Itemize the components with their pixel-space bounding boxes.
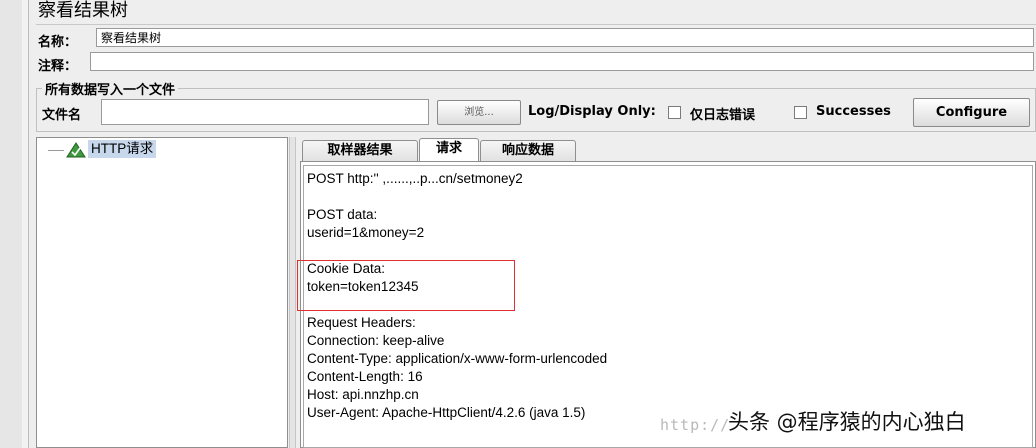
errors-only-label: 仅日志错误 (690, 108, 756, 123)
file-group-legend: 所有数据写入一个文件 (42, 79, 179, 98)
success-triangle-icon (66, 142, 86, 158)
filename-input[interactable] (101, 99, 429, 125)
left-gutter (0, 0, 23, 448)
request-line: userid=1&money=2 (307, 225, 425, 240)
split-pane-divider[interactable] (289, 137, 296, 448)
tree-connector (48, 150, 64, 151)
browse-button[interactable]: 浏览... (437, 100, 521, 125)
request-line: Content-Type: application/x-www-form-url… (307, 351, 608, 366)
request-line: Request Headers: (307, 315, 416, 330)
successes-label: Successes (816, 104, 891, 119)
errors-only-checkbox[interactable] (668, 106, 681, 119)
log-display-label: Log/Display Only: (528, 104, 656, 119)
request-line: Connection: keep-alive (307, 333, 445, 348)
watermark-author: 头条 @程序猿的内心独白 (728, 410, 966, 434)
request-line: POST data: (307, 207, 378, 222)
request-line: Host: api.nnzhp.cn (307, 387, 419, 402)
name-label: 名称： (38, 35, 78, 50)
results-tree-panel (36, 137, 288, 448)
tab-sampler-result[interactable]: 取样器结果 (302, 140, 418, 161)
configure-button[interactable]: Configure (913, 98, 1030, 127)
name-input[interactable]: 察看结果树 (96, 28, 1034, 47)
page-title: 察看结果树 (38, 0, 128, 21)
filename-label: 文件名 (42, 108, 82, 123)
request-line: Content-Length: 16 (307, 369, 423, 384)
title-divider (36, 24, 1036, 25)
left-gutter-divider (22, 0, 29, 448)
tab-request[interactable]: 请求 (419, 138, 479, 161)
comment-input[interactable] (90, 52, 1034, 71)
request-line: User-Agent: Apache-HttpClient/4.2.6 (jav… (307, 405, 586, 420)
watermark-url: http:// (660, 416, 731, 434)
successes-checkbox[interactable] (794, 106, 807, 119)
cookie-highlight-box (297, 260, 515, 311)
tree-item-http-request[interactable]: HTTP请求 (88, 140, 157, 158)
comment-label: 注释： (38, 59, 78, 74)
tab-response-data[interactable]: 响应数据 (480, 140, 576, 161)
request-line: POST http:'' ,......,..p...cn/setmoney2 (307, 171, 523, 186)
